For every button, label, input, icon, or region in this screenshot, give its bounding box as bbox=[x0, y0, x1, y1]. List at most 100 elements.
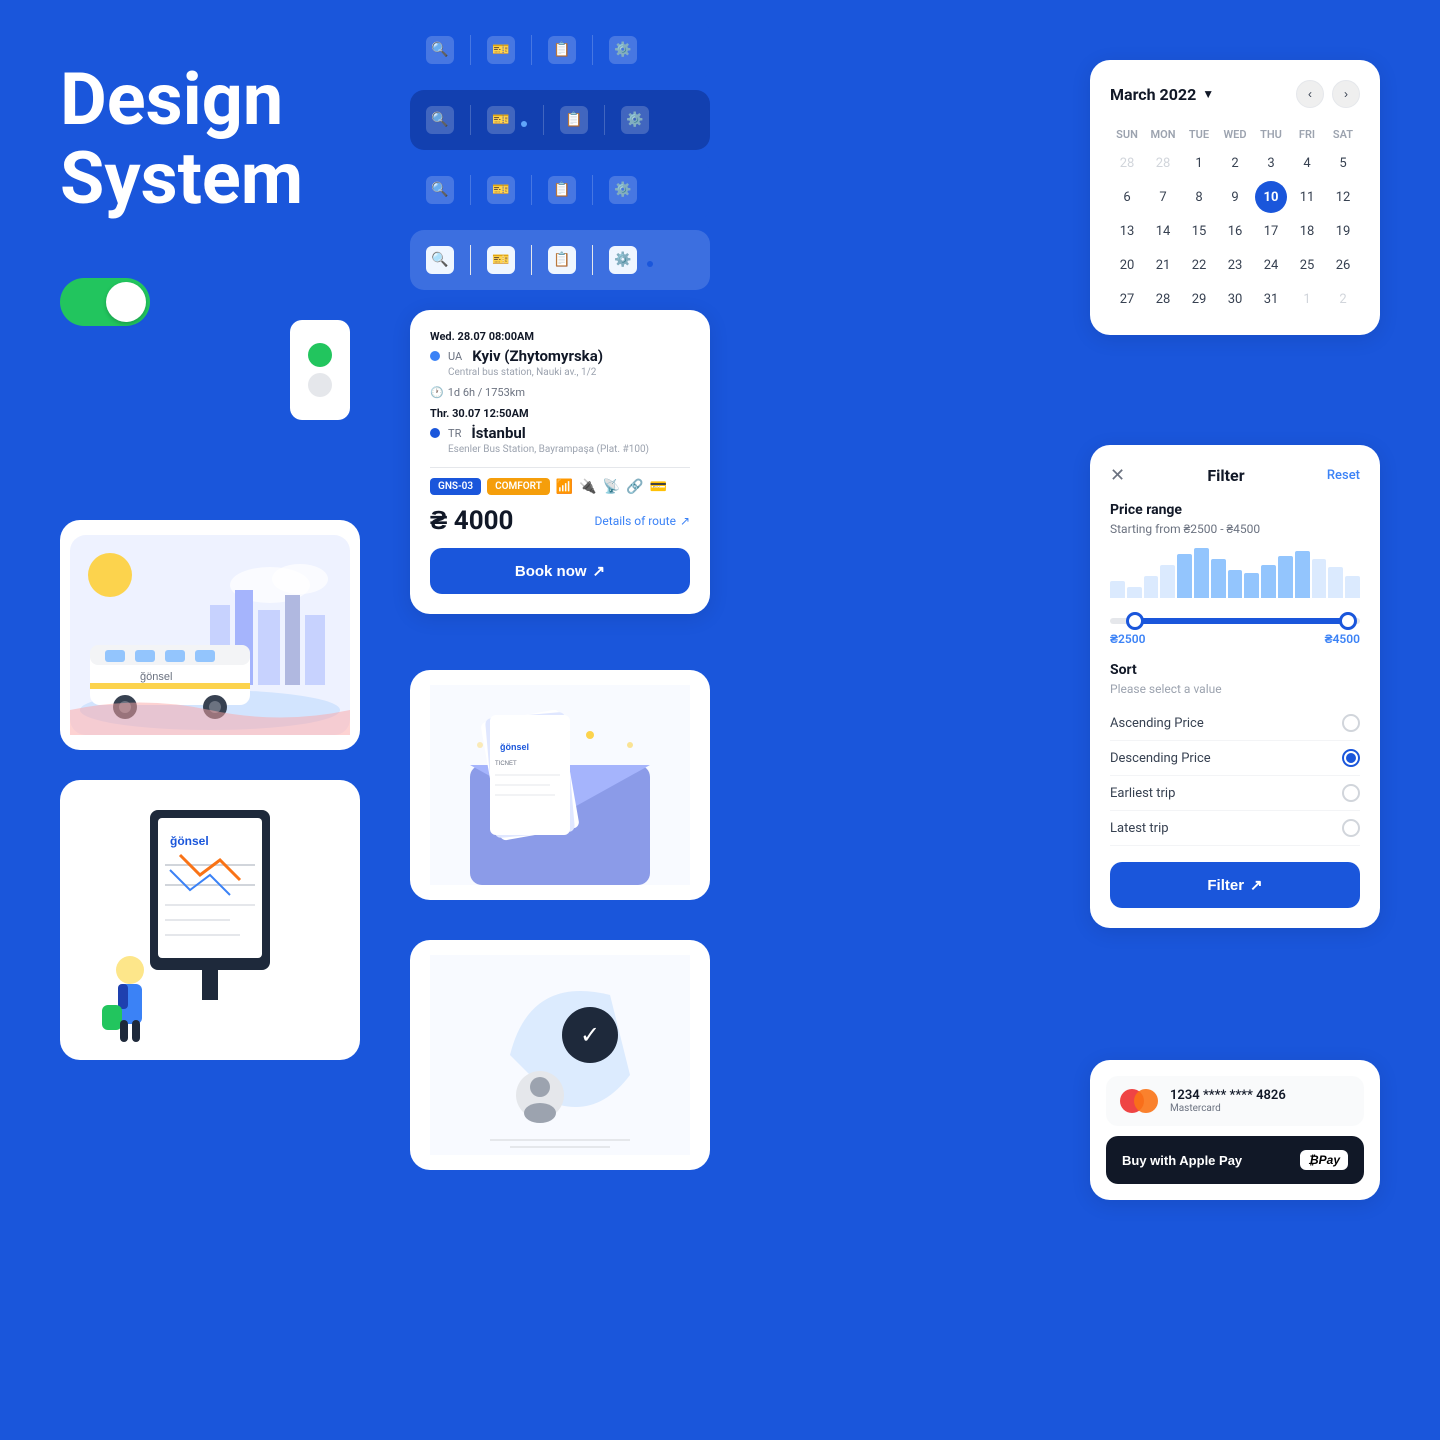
price-thumb-max[interactable] bbox=[1339, 612, 1357, 630]
calendar-day[interactable]: 18 bbox=[1291, 215, 1323, 247]
calendar-day[interactable]: 22 bbox=[1183, 249, 1215, 281]
dest-city-row: TR İstanbul bbox=[430, 424, 690, 442]
sort-radio-3[interactable] bbox=[1342, 819, 1360, 837]
calendar-day-header: MON bbox=[1146, 124, 1180, 145]
divider-6 bbox=[604, 105, 605, 135]
search-bar-2[interactable]: 🔍 🎫 📋 ⚙️ bbox=[410, 90, 710, 150]
calendar-day[interactable]: 21 bbox=[1147, 249, 1179, 281]
search-bar-1[interactable]: 🔍 🎫 📋 ⚙️ bbox=[410, 20, 710, 80]
calendar-day[interactable]: 24 bbox=[1255, 249, 1287, 281]
sort-radio-0[interactable] bbox=[1342, 714, 1360, 732]
calendar-day[interactable]: 25 bbox=[1291, 249, 1323, 281]
search-icon-2: 🔍 bbox=[426, 106, 454, 134]
search-icon-3: 🔍 bbox=[426, 176, 454, 204]
price-row: ₴ 4000 Details of route ↗ bbox=[430, 505, 690, 536]
amenity-link-icon: 🔗 bbox=[626, 479, 643, 495]
price-bar bbox=[1261, 565, 1276, 598]
calendar-day[interactable]: 23 bbox=[1219, 249, 1251, 281]
sort-subtitle: Please select a value bbox=[1110, 682, 1360, 696]
next-month-button[interactable]: › bbox=[1332, 80, 1360, 108]
search-bars-container: 🔍 🎫 📋 ⚙️ 🔍 🎫 📋 ⚙️ 🔍 🎫 📋 ⚙️ 🔍 🎫 📋 ⚙️ bbox=[410, 20, 710, 290]
calendar-day[interactable]: 1 bbox=[1183, 147, 1215, 179]
calendar-day[interactable]: 17 bbox=[1255, 215, 1287, 247]
calendar-day[interactable]: 2 bbox=[1327, 283, 1359, 315]
bus-scene: ğönsel bbox=[70, 535, 350, 735]
calendar-day[interactable]: 29 bbox=[1183, 283, 1215, 315]
calendar-day[interactable]: 15 bbox=[1183, 215, 1215, 247]
divider-8 bbox=[531, 175, 532, 205]
calendar-day[interactable]: 19 bbox=[1327, 215, 1359, 247]
filter-close-button[interactable]: ✕ bbox=[1110, 465, 1125, 486]
card-number: 1234 **** **** 4826 bbox=[1170, 1088, 1350, 1103]
calendar-day[interactable]: 6 bbox=[1111, 181, 1143, 213]
sort-option[interactable]: Latest trip bbox=[1110, 811, 1360, 846]
sort-section: Sort Please select a value Ascending Pri… bbox=[1110, 662, 1360, 846]
calendar-day[interactable]: 26 bbox=[1327, 249, 1359, 281]
calendar-day[interactable]: 11 bbox=[1291, 181, 1323, 213]
mastercard-logo bbox=[1120, 1089, 1158, 1113]
chevron-down-icon[interactable]: ▼ bbox=[1202, 87, 1214, 101]
search-bar-4[interactable]: 🔍 🎫 📋 ⚙️ bbox=[410, 230, 710, 290]
calendar-day[interactable]: 30 bbox=[1219, 283, 1251, 315]
sort-title: Sort bbox=[1110, 662, 1360, 678]
route-info: Wed. 28.07 08:00AM UA Kyiv (Zhytomyrska)… bbox=[430, 330, 690, 455]
prev-month-button[interactable]: ‹ bbox=[1296, 80, 1324, 108]
sort-option[interactable]: Descending Price bbox=[1110, 741, 1360, 776]
calendar-day-header: SUN bbox=[1110, 124, 1144, 145]
price-bar bbox=[1211, 559, 1226, 598]
filter-icon-3: ⚙️ bbox=[609, 176, 637, 204]
calendar-day[interactable]: 16 bbox=[1219, 215, 1251, 247]
sort-radio-1[interactable] bbox=[1342, 749, 1360, 767]
calendar-day[interactable]: 14 bbox=[1147, 215, 1179, 247]
calendar-day[interactable]: 13 bbox=[1111, 215, 1143, 247]
toggle-switch[interactable] bbox=[60, 278, 150, 326]
price-bar bbox=[1312, 559, 1327, 598]
search-icon-4: 🔍 bbox=[426, 246, 454, 274]
calendar-day[interactable]: 10 bbox=[1255, 181, 1287, 213]
calendar-day[interactable]: 28 bbox=[1147, 147, 1179, 179]
calendar-day[interactable]: 20 bbox=[1111, 249, 1143, 281]
apply-filter-button[interactable]: Filter ↗ bbox=[1110, 862, 1360, 908]
price-bar bbox=[1127, 587, 1142, 598]
envelope-card: ğönsel TICNET bbox=[410, 670, 710, 900]
calendar-day[interactable]: 31 bbox=[1255, 283, 1287, 315]
sort-option[interactable]: Earliest trip bbox=[1110, 776, 1360, 811]
dest-address: Esenler Bus Station, Bayrampaşa (Plat. #… bbox=[448, 444, 690, 455]
filter-reset-button[interactable]: Reset bbox=[1327, 468, 1360, 483]
svg-text:✓: ✓ bbox=[580, 1022, 600, 1049]
price-bar bbox=[1228, 570, 1243, 598]
svg-text:ğönsel: ğönsel bbox=[500, 742, 529, 752]
calendar-day[interactable]: 8 bbox=[1183, 181, 1215, 213]
price-bar bbox=[1278, 556, 1293, 598]
price-range-slider[interactable] bbox=[1110, 618, 1360, 624]
calendar-day[interactable]: 4 bbox=[1291, 147, 1323, 179]
price-thumb-min[interactable] bbox=[1126, 612, 1144, 630]
divider-4 bbox=[470, 105, 471, 135]
calendar-day[interactable]: 7 bbox=[1147, 181, 1179, 213]
departure-date: Wed. 28.07 08:00AM bbox=[430, 330, 690, 343]
calendar-day[interactable]: 2 bbox=[1219, 147, 1251, 179]
calendar-day[interactable]: 28 bbox=[1111, 147, 1143, 179]
calendar-day[interactable]: 27 bbox=[1111, 283, 1143, 315]
apple-pay-label: Buy with Apple Pay bbox=[1122, 1153, 1242, 1168]
sort-option-label: Ascending Price bbox=[1110, 716, 1204, 731]
route-duration: 🕐 1d 6h / 1753km bbox=[430, 386, 690, 399]
apple-pay-button[interactable]: Buy with Apple Pay ₿Pay bbox=[1106, 1136, 1364, 1184]
calendar-day[interactable]: 12 bbox=[1327, 181, 1359, 213]
calendar-day[interactable]: 3 bbox=[1255, 147, 1287, 179]
sort-radio-2[interactable] bbox=[1342, 784, 1360, 802]
sort-option[interactable]: Ascending Price bbox=[1110, 706, 1360, 741]
calendar-day-header: SAT bbox=[1326, 124, 1360, 145]
calendar-day[interactable]: 28 bbox=[1147, 283, 1179, 315]
calendar-day[interactable]: 9 bbox=[1219, 181, 1251, 213]
book-now-button[interactable]: Book now ↗ bbox=[430, 548, 690, 594]
calendar-day[interactable]: 5 bbox=[1327, 147, 1359, 179]
dest-dot bbox=[430, 428, 440, 438]
search-bar-3[interactable]: 🔍 🎫 📋 ⚙️ bbox=[410, 160, 710, 220]
tag-comfort: COMFORT bbox=[487, 478, 550, 495]
details-button[interactable]: Details of route ↗ bbox=[595, 514, 690, 528]
filter-icon-1: ⚙️ bbox=[609, 36, 637, 64]
origin-address: Central bus station, Nauki av., 1/2 bbox=[448, 367, 690, 378]
calendar-day[interactable]: 1 bbox=[1291, 283, 1323, 315]
divider-2 bbox=[531, 35, 532, 65]
